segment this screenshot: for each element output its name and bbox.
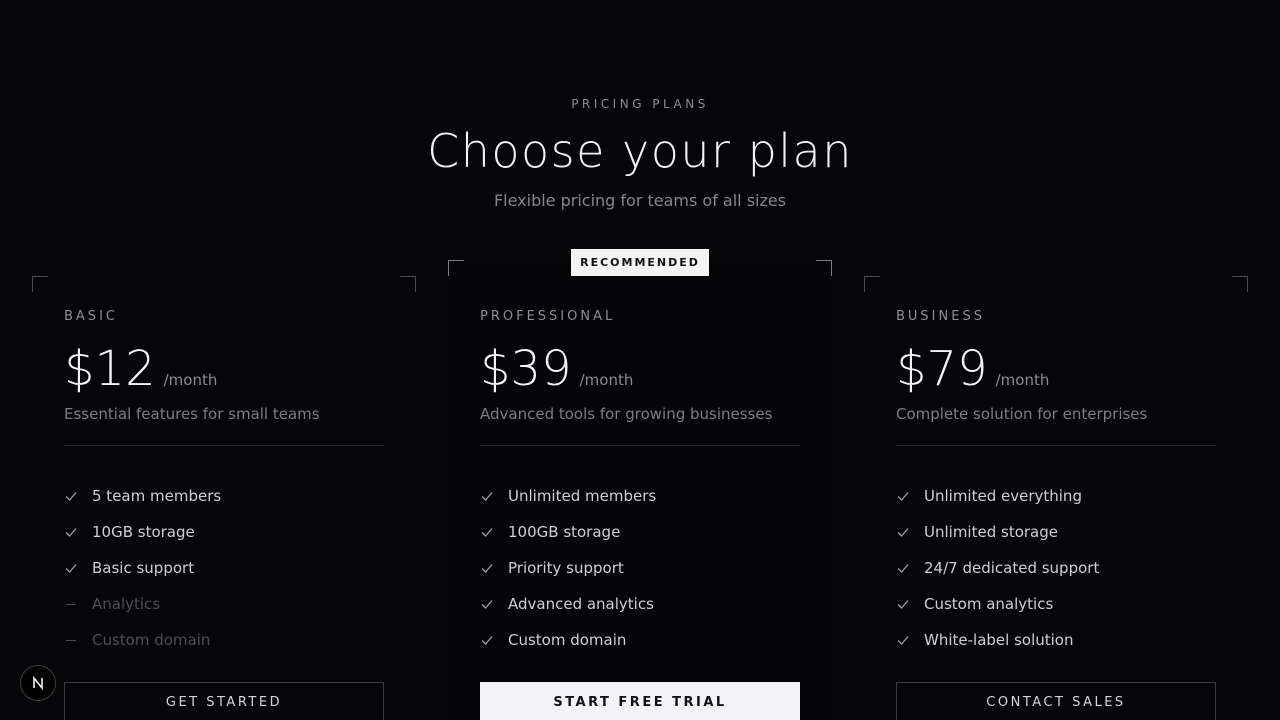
feature-label: White-label solution xyxy=(924,631,1074,649)
feature-label: 5 team members xyxy=(92,487,222,505)
divider xyxy=(480,445,800,446)
price-row: $12 /month xyxy=(64,341,384,397)
feature-item: Unlimited storage xyxy=(896,514,1216,550)
plan-description: Essential features for small teams xyxy=(64,405,320,423)
plan-price: $79 xyxy=(896,341,988,397)
divider xyxy=(64,445,384,446)
feature-item: Custom domain xyxy=(480,622,800,658)
pricing-page: PRICING PLANS Choose your plan Flexible … xyxy=(0,0,1280,720)
plan-name: PROFESSIONAL xyxy=(480,309,616,324)
check-icon xyxy=(481,528,493,537)
start-free-trial-button[interactable]: START FREE TRIAL xyxy=(480,682,800,720)
dash-icon xyxy=(66,639,76,641)
feature-item: Priority support xyxy=(480,550,800,586)
contact-sales-button[interactable]: CONTACT SALES xyxy=(896,682,1216,720)
feature-label: Unlimited storage xyxy=(924,523,1058,541)
feature-item: Unlimited everything xyxy=(896,478,1216,514)
plan-card-professional: PROFESSIONAL $39 /month Advanced tools f… xyxy=(448,260,832,720)
feature-item: 24/7 dedicated support xyxy=(896,550,1216,586)
feature-item: Basic support xyxy=(64,550,384,586)
plan-description: Complete solution for enterprises xyxy=(896,405,1148,423)
check-icon xyxy=(481,636,493,645)
check-icon xyxy=(481,564,493,573)
card-corner-decoration xyxy=(864,276,880,292)
get-started-button[interactable]: GET STARTED xyxy=(64,682,384,720)
feature-label: Analytics xyxy=(92,595,161,613)
feature-list: Unlimited members 100GB storage Priority… xyxy=(480,478,800,658)
check-icon xyxy=(481,600,493,609)
feature-item-unavailable: Analytics xyxy=(64,586,384,622)
recommended-badge: RECOMMENDED xyxy=(571,249,709,276)
feature-item: Unlimited members xyxy=(480,478,800,514)
card-corner-decoration xyxy=(448,260,464,276)
check-icon xyxy=(65,564,77,573)
feature-label: Basic support xyxy=(92,559,195,577)
check-icon xyxy=(897,636,909,645)
check-icon xyxy=(65,492,77,501)
feature-label: 100GB storage xyxy=(508,523,621,541)
check-icon xyxy=(897,564,909,573)
plan-card-business: BUSINESS $79 /month Complete solution fo… xyxy=(864,276,1248,720)
plan-card-basic: BASIC $12 /month Essential features for … xyxy=(32,276,416,720)
feature-item-unavailable: Custom domain xyxy=(64,622,384,658)
card-corner-decoration xyxy=(32,276,48,292)
feature-label: Unlimited everything xyxy=(924,487,1082,505)
check-icon xyxy=(65,528,77,537)
plan-name: BUSINESS xyxy=(896,309,985,324)
feature-item: 100GB storage xyxy=(480,514,800,550)
feature-label: Unlimited members xyxy=(508,487,657,505)
card-corner-decoration xyxy=(400,276,416,292)
plan-price: $12 xyxy=(64,341,156,397)
plan-card-content: PROFESSIONAL $39 /month Advanced tools f… xyxy=(480,309,800,658)
feature-list: 5 team members 10GB storage Basic suppor… xyxy=(64,478,384,658)
page-title: Choose your plan xyxy=(427,124,853,178)
feature-list: Unlimited everything Unlimited storage 2… xyxy=(896,478,1216,658)
feature-item: Custom analytics xyxy=(896,586,1216,622)
feature-label: 10GB storage xyxy=(92,523,195,541)
plan-card-content: BASIC $12 /month Essential features for … xyxy=(64,309,384,658)
feature-item: 10GB storage xyxy=(64,514,384,550)
feature-label: Priority support xyxy=(508,559,624,577)
card-corner-decoration xyxy=(816,260,832,276)
page-subtitle: Flexible pricing for teams of all sizes xyxy=(493,191,787,210)
card-corner-decoration xyxy=(1232,276,1248,292)
dash-icon xyxy=(66,603,76,605)
feature-label: 24/7 dedicated support xyxy=(924,559,1100,577)
feature-label: Custom analytics xyxy=(924,595,1054,613)
divider xyxy=(896,445,1216,446)
check-icon xyxy=(897,492,909,501)
plan-period: /month xyxy=(995,371,1050,389)
n-logo-button[interactable] xyxy=(20,665,56,701)
check-icon xyxy=(897,528,909,537)
feature-item: Advanced analytics xyxy=(480,586,800,622)
plan-period: /month xyxy=(163,371,218,389)
feature-label: Custom domain xyxy=(508,631,627,649)
plan-period: /month xyxy=(579,371,634,389)
feature-item: 5 team members xyxy=(64,478,384,514)
feature-item: White-label solution xyxy=(896,622,1216,658)
price-row: $79 /month xyxy=(896,341,1216,397)
check-icon xyxy=(897,600,909,609)
plan-price: $39 xyxy=(480,341,572,397)
n-logo-icon xyxy=(33,675,43,691)
plan-description: Advanced tools for growing businesses xyxy=(480,405,773,423)
section-eyebrow: PRICING PLANS xyxy=(571,97,709,111)
feature-label: Custom domain xyxy=(92,631,211,649)
plan-name: BASIC xyxy=(64,309,118,324)
check-icon xyxy=(481,492,493,501)
plan-card-content: BUSINESS $79 /month Complete solution fo… xyxy=(896,309,1216,658)
feature-label: Advanced analytics xyxy=(508,595,654,613)
price-row: $39 /month xyxy=(480,341,800,397)
